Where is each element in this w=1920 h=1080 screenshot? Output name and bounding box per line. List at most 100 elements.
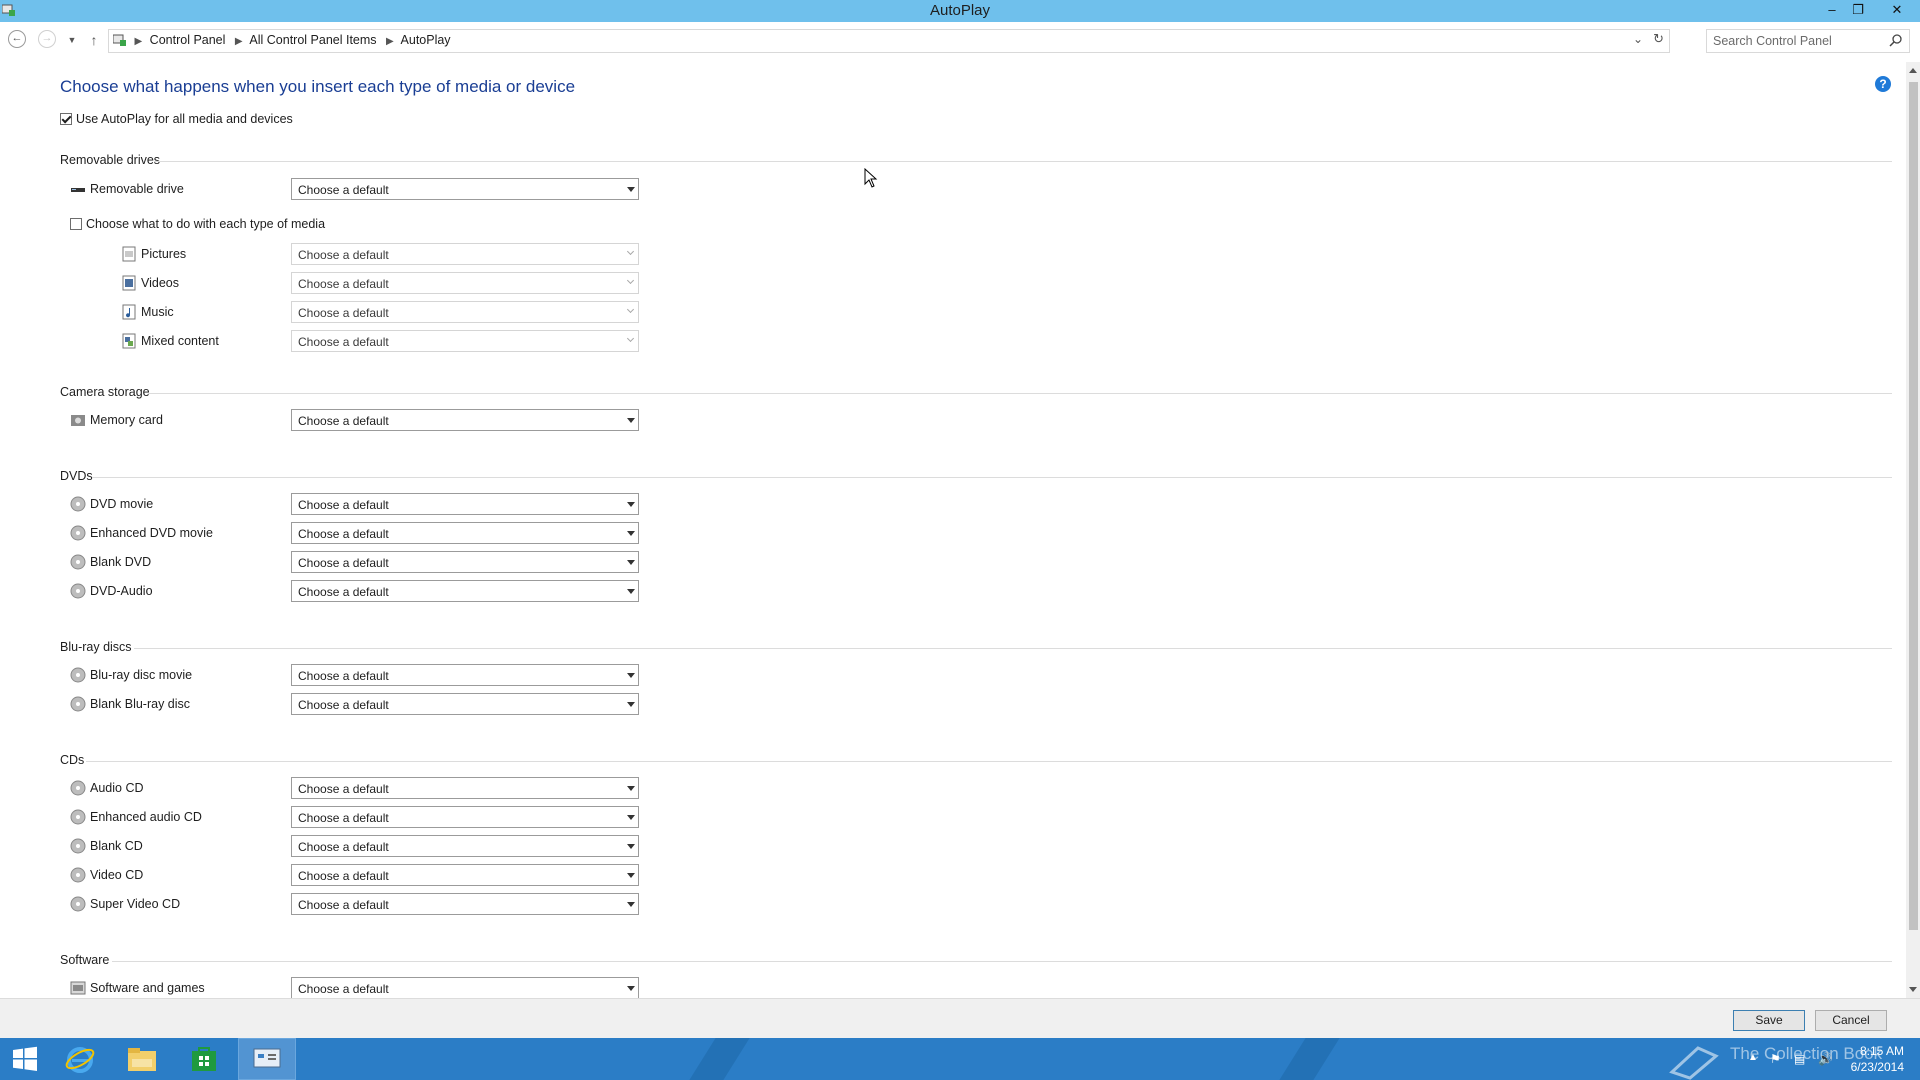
chevron-down-icon xyxy=(627,673,635,678)
start-icon[interactable] xyxy=(0,1038,50,1080)
breadcrumb-separator-icon[interactable]: ▶ xyxy=(235,36,243,47)
disc-icon xyxy=(70,696,86,712)
chevron-down-icon xyxy=(627,339,635,344)
section-divider xyxy=(154,161,1892,162)
mixed-content-select[interactable]: Choose a default xyxy=(291,330,639,352)
breadcrumb-separator-icon[interactable]: ▶ xyxy=(386,36,394,47)
title-bar: AutoPlay – ❐ ✕ xyxy=(0,0,1920,22)
taskbar-clock[interactable]: 8:15 AM 6/23/2014 xyxy=(1851,1043,1904,1075)
removable-drive-select[interactable]: Choose a default xyxy=(291,178,639,200)
taskbar-decoration xyxy=(1268,1038,1346,1080)
blank-cd-select[interactable]: Choose a default xyxy=(291,835,639,857)
internet-explorer-icon[interactable] xyxy=(52,1038,108,1080)
address-dropdown-icon[interactable]: ⌄ xyxy=(1633,32,1643,46)
enhanced-dvd-movie-label: Enhanced DVD movie xyxy=(70,525,213,541)
dvd-audio-select[interactable]: Choose a default xyxy=(291,580,639,602)
use-autoplay-checkbox[interactable] xyxy=(60,113,72,125)
close-icon[interactable]: ✕ xyxy=(1882,0,1912,20)
disc-icon xyxy=(70,496,86,512)
action-center-flag-icon[interactable]: ⚑ xyxy=(1770,1052,1781,1066)
forward-arrow-icon[interactable]: → xyxy=(38,30,56,48)
recent-locations-chevron-icon[interactable]: ▼ xyxy=(62,30,82,50)
mouse-cursor-icon xyxy=(864,168,878,188)
music-select[interactable]: Choose a default xyxy=(291,301,639,323)
pictures-label: Pictures xyxy=(121,246,186,262)
per-media-label[interactable]: Choose what to do with each type of medi… xyxy=(86,217,325,231)
pictures-icon xyxy=(122,246,136,262)
file-explorer-icon[interactable] xyxy=(114,1038,170,1080)
disc-icon xyxy=(70,838,86,854)
blank-cd-label: Blank CD xyxy=(70,838,143,854)
enhanced-audio-cd-select[interactable]: Choose a default xyxy=(291,806,639,828)
section-divider xyxy=(92,477,1892,478)
taskbar: The Collection Book ▲ ⚑ ▤ 🔊 8:15 AM 6/23… xyxy=(0,1038,1920,1080)
scroll-up-icon[interactable] xyxy=(1909,68,1917,73)
show-hidden-icons-icon[interactable]: ▲ xyxy=(1748,1052,1758,1063)
pictures-select[interactable]: Choose a default xyxy=(291,243,639,265)
music-label: Music xyxy=(121,304,174,320)
enhanced-audio-cd-label: Enhanced audio CD xyxy=(70,809,202,825)
disc-icon xyxy=(70,780,86,796)
blu-ray-movie-select[interactable]: Choose a default xyxy=(291,664,639,686)
audio-cd-select[interactable]: Choose a default xyxy=(291,777,639,799)
blank-dvd-label: Blank DVD xyxy=(70,554,151,570)
breadcrumb-control-panel[interactable]: Control Panel xyxy=(150,33,226,47)
section-divider xyxy=(86,761,1892,762)
up-arrow-icon[interactable]: ↑ xyxy=(84,30,104,50)
chevron-down-icon xyxy=(627,502,635,507)
memory-card-icon xyxy=(71,415,85,426)
chevron-down-icon xyxy=(627,418,635,423)
blu-ray-movie-label: Blu-ray disc movie xyxy=(70,667,192,683)
minimize-icon[interactable]: – xyxy=(1820,0,1844,20)
clock-time: 8:15 AM xyxy=(1859,1044,1904,1058)
watermark-logo-icon xyxy=(1669,1046,1719,1080)
per-media-option[interactable]: Choose what to do with each type of medi… xyxy=(70,217,325,231)
blank-dvd-select[interactable]: Choose a default xyxy=(291,551,639,573)
video-cd-label: Video CD xyxy=(70,867,143,883)
audio-cd-label: Audio CD xyxy=(70,780,144,796)
breadcrumb-autoplay[interactable]: AutoPlay xyxy=(401,33,451,47)
videos-select[interactable]: Choose a default xyxy=(291,272,639,294)
search-input[interactable] xyxy=(1711,32,1885,50)
dvd-movie-select[interactable]: Choose a default xyxy=(291,493,639,515)
address-bar[interactable]: ▶ Control Panel ▶ All Control Panel Item… xyxy=(108,29,1670,53)
use-autoplay-option[interactable]: Use AutoPlay for all media and devices xyxy=(60,112,293,126)
search-icon[interactable] xyxy=(1889,33,1903,47)
section-divider xyxy=(134,648,1892,649)
mixed-content-icon xyxy=(122,333,136,349)
volume-icon[interactable]: 🔊 xyxy=(1818,1052,1833,1066)
vertical-scrollbar[interactable] xyxy=(1906,62,1920,998)
save-button[interactable]: Save xyxy=(1733,1010,1805,1031)
memory-card-select[interactable]: Choose a default xyxy=(291,409,639,431)
chevron-down-icon xyxy=(627,187,635,192)
autoplay-settings-panel: Choose what happens when you insert each… xyxy=(0,62,1906,998)
video-cd-select[interactable]: Choose a default xyxy=(291,864,639,886)
enhanced-dvd-movie-select[interactable]: Choose a default xyxy=(291,522,639,544)
use-autoplay-label[interactable]: Use AutoPlay for all media and devices xyxy=(76,112,293,126)
search-box[interactable] xyxy=(1706,29,1910,53)
store-icon[interactable] xyxy=(176,1038,232,1080)
super-video-cd-select[interactable]: Choose a default xyxy=(291,893,639,915)
disc-icon xyxy=(70,867,86,883)
chevron-down-icon xyxy=(627,986,635,991)
scrollbar-thumb[interactable] xyxy=(1909,82,1918,930)
breadcrumb-all-items[interactable]: All Control Panel Items xyxy=(249,33,376,47)
network-icon[interactable]: ▤ xyxy=(1794,1052,1805,1066)
per-media-checkbox[interactable] xyxy=(70,218,82,230)
breadcrumb-separator-icon: ▶ xyxy=(134,36,143,47)
chevron-down-icon xyxy=(627,560,635,565)
chevron-down-icon xyxy=(627,589,635,594)
control-panel-icon[interactable] xyxy=(238,1038,296,1080)
scroll-down-icon[interactable] xyxy=(1909,987,1917,992)
software-games-select[interactable]: Choose a default xyxy=(291,977,639,998)
blank-blu-ray-select[interactable]: Choose a default xyxy=(291,693,639,715)
disc-icon xyxy=(70,896,86,912)
back-arrow-icon[interactable]: ← xyxy=(8,30,26,48)
window-title: AutoPlay xyxy=(929,2,991,19)
refresh-icon[interactable]: ↻ xyxy=(1653,31,1664,47)
section-dvds: DVDs xyxy=(60,469,93,483)
restore-icon[interactable]: ❐ xyxy=(1846,0,1870,20)
cancel-button[interactable]: Cancel xyxy=(1815,1010,1887,1031)
help-icon[interactable]: ? xyxy=(1875,76,1891,92)
software-games-label: Software and games xyxy=(70,980,205,996)
